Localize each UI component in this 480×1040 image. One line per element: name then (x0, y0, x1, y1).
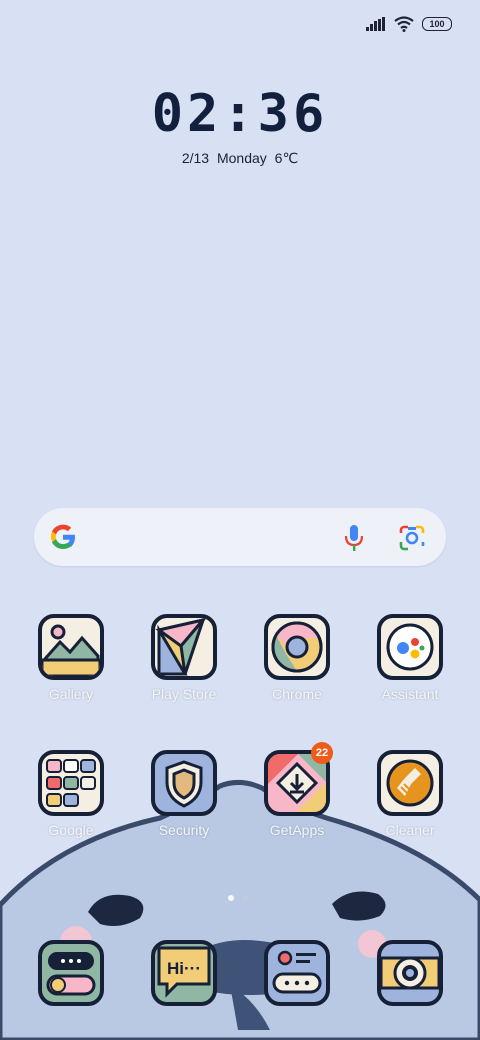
signal-icon (366, 17, 385, 31)
app-play-store[interactable]: Play Store (140, 614, 228, 702)
dock-phone[interactable] (27, 940, 115, 1006)
app-gallery[interactable]: Gallery (27, 614, 115, 702)
dock-messages[interactable]: Hi··· (140, 940, 228, 1006)
gallery-icon (38, 614, 104, 680)
app-label: Chrome (272, 686, 322, 702)
security-icon (151, 750, 217, 816)
play-store-icon (151, 614, 217, 680)
messages-icon-text: Hi··· (167, 959, 201, 978)
wifi-icon (394, 16, 414, 32)
app-label: Security (158, 822, 210, 838)
voice-search-icon[interactable] (340, 523, 368, 553)
chrome-icon (264, 614, 330, 680)
camera-icon (377, 940, 443, 1006)
page-dot (242, 895, 248, 901)
page-dot-active (228, 895, 234, 901)
google-logo-icon (50, 524, 75, 549)
contacts-icon (264, 940, 330, 1006)
google-lens-icon[interactable] (398, 524, 426, 552)
app-security[interactable]: Security (140, 750, 228, 838)
assistant-icon (377, 614, 443, 680)
google-folder-icon (38, 750, 104, 816)
dock-camera[interactable] (366, 940, 454, 1006)
app-chrome[interactable]: Chrome (253, 614, 341, 702)
dock-contacts[interactable] (253, 940, 341, 1006)
app-label: Gallery (48, 686, 94, 702)
cleaner-icon (377, 750, 443, 816)
app-assistant[interactable]: Assistant (366, 614, 454, 702)
battery-indicator: 100 (422, 17, 452, 31)
notification-badge: 22 (311, 742, 333, 764)
clock-time[interactable]: 02:36 (0, 84, 480, 144)
app-label: GetApps (269, 822, 325, 838)
app-folder-google[interactable]: Google (27, 750, 115, 838)
status-bar: 100 (366, 16, 452, 32)
app-cleaner[interactable]: Cleaner (366, 750, 454, 838)
clock-date[interactable]: 2/13 Monday 6℃ (0, 150, 480, 167)
google-search-bar[interactable] (34, 508, 446, 566)
app-label: Assistant (381, 686, 439, 702)
page-indicator[interactable] (228, 895, 248, 901)
app-label: Cleaner (385, 822, 435, 838)
phone-icon (38, 940, 104, 1006)
app-label: Play Store (151, 686, 217, 702)
app-label: Google (48, 822, 94, 838)
app-getapps[interactable]: 22 GetApps (253, 742, 341, 838)
messages-icon: Hi··· (151, 940, 217, 1006)
